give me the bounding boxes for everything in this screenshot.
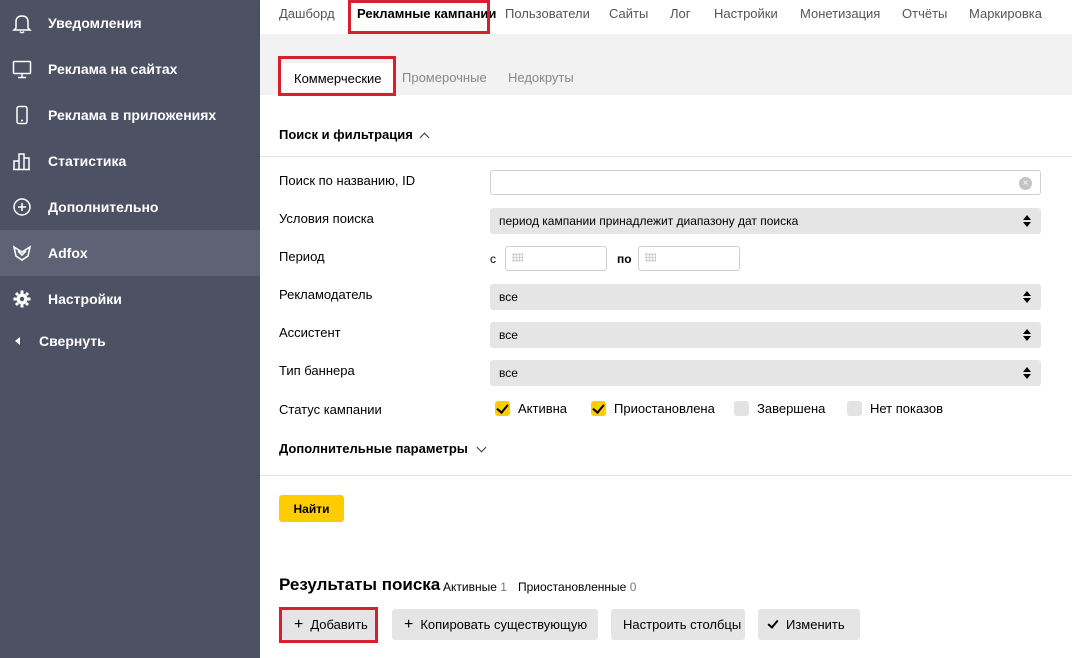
sidebar-item-sites[interactable]: Реклама на сайтах — [0, 46, 260, 92]
adfox-icon — [11, 242, 33, 264]
conditions-select[interactable]: период кампании принадлежит диапазону да… — [490, 208, 1041, 234]
calendar-icon — [512, 253, 523, 262]
search-input[interactable]: × — [490, 170, 1041, 195]
results-title: Результаты поиска — [279, 575, 441, 594]
filter-title: Поиск и фильтрация — [279, 127, 413, 142]
banner-type-value: все — [499, 366, 518, 380]
tab-users[interactable]: Пользователи — [505, 6, 590, 21]
advertiser-label: Рекламодатель — [279, 287, 373, 302]
select-arrows-icon — [1023, 291, 1031, 303]
period-to-label: по — [617, 252, 632, 266]
sidebar-item-label: Adfox — [48, 245, 88, 261]
top-nav: Дашборд Рекламные кампании Пользователи … — [260, 0, 1072, 34]
add-button[interactable]: + Добавить — [282, 609, 376, 640]
collapse-button[interactable]: Свернуть — [0, 322, 260, 360]
period-from-label: с — [490, 252, 496, 266]
divider — [260, 475, 1072, 476]
sidebar-item-label: Реклама на сайтах — [48, 61, 178, 77]
checkbox-checked[interactable] — [495, 401, 510, 416]
tab-reports[interactable]: Отчёты — [902, 6, 947, 21]
banner-type-select[interactable]: все — [490, 360, 1041, 386]
sidebar-item-label: Настройки — [48, 291, 122, 307]
sidebar-item-label: Статистика — [48, 153, 127, 169]
configure-columns-button[interactable]: Настроить столбцы — [611, 609, 745, 640]
status-active-checkbox[interactable]: Активна — [495, 401, 567, 416]
calendar-icon — [645, 253, 656, 262]
sidebar-item-label: Дополнительно — [48, 199, 159, 215]
plus-circle-icon — [11, 196, 33, 218]
assistant-label: Ассистент — [279, 325, 341, 340]
clear-icon[interactable]: × — [1019, 177, 1032, 190]
results-active-count[interactable]: Активные 1 — [443, 580, 507, 594]
checkbox-unchecked[interactable] — [847, 401, 862, 416]
sidebar: Уведомления Реклама на сайтах Реклама в … — [0, 0, 260, 658]
edit-button[interactable]: Изменить — [758, 609, 860, 640]
select-arrows-icon — [1023, 367, 1031, 379]
status-no-impressions-checkbox[interactable]: Нет показов — [847, 401, 943, 416]
select-arrows-icon — [1023, 329, 1031, 341]
plus-icon: + — [294, 615, 304, 633]
stats-icon — [11, 150, 33, 172]
assistant-select[interactable]: все — [490, 322, 1041, 348]
bell-icon — [11, 12, 33, 34]
sidebar-item-apps[interactable]: Реклама в приложениях — [0, 92, 260, 138]
find-button[interactable]: Найти — [279, 495, 344, 522]
checkbox-checked[interactable] — [591, 401, 606, 416]
assistant-value: все — [499, 328, 518, 342]
monitor-icon — [11, 58, 33, 80]
advertiser-select[interactable]: все — [490, 284, 1041, 310]
conditions-value: период кампании принадлежит диапазону да… — [499, 214, 799, 228]
tab-sites[interactable]: Сайты — [609, 6, 648, 21]
sidebar-item-settings[interactable]: Настройки — [0, 276, 260, 322]
copy-existing-button[interactable]: + Копировать существующую — [392, 609, 598, 640]
select-arrows-icon — [1023, 215, 1031, 227]
conditions-label: Условия поиска — [279, 211, 374, 226]
chevron-down-icon — [476, 442, 487, 453]
gear-icon — [11, 288, 33, 310]
tab-monetization[interactable]: Монетизация — [800, 6, 880, 21]
sidebar-item-label: Реклама в приложениях — [48, 107, 217, 123]
date-from-input[interactable] — [505, 246, 607, 271]
tab-marking[interactable]: Маркировка — [969, 6, 1042, 21]
tab-log[interactable]: Лог — [670, 6, 691, 21]
sidebar-item-additional[interactable]: Дополнительно — [0, 184, 260, 230]
results-paused-count[interactable]: Приостановленные 0 — [518, 580, 636, 594]
check-icon — [767, 616, 779, 629]
checkbox-unchecked[interactable] — [734, 401, 749, 416]
tab-settings[interactable]: Настройки — [714, 6, 778, 21]
banner-type-label: Тип баннера — [279, 363, 355, 378]
sidebar-item-label: Уведомления — [48, 15, 142, 31]
tab-dashboard[interactable]: Дашборд — [279, 6, 335, 21]
sidebar-item-statistics[interactable]: Статистика — [0, 138, 260, 184]
status-paused-checkbox[interactable]: Приостановлена — [591, 401, 715, 416]
advertiser-value: все — [499, 290, 518, 304]
plus-icon: + — [404, 615, 414, 633]
phone-icon — [11, 104, 33, 126]
status-label: Статус кампании — [279, 402, 382, 417]
subtab-commercial[interactable]: Коммерческие — [281, 63, 395, 92]
collapse-arrow-icon — [15, 337, 20, 345]
more-params-toggle[interactable]: Дополнительные параметры — [279, 441, 487, 456]
date-to-input[interactable] — [638, 246, 740, 271]
tab-campaigns[interactable]: Рекламные кампании — [357, 6, 496, 21]
main-content: Коммерческие Промерочные Недокруты Поиск… — [260, 34, 1072, 658]
subtab-measurement[interactable]: Промерочные — [402, 70, 487, 85]
more-params-label: Дополнительные параметры — [279, 441, 468, 456]
subtab-underdelivery[interactable]: Недокруты — [508, 70, 574, 85]
status-finished-checkbox[interactable]: Завершена — [734, 401, 825, 416]
chevron-up-icon — [419, 132, 430, 143]
collapse-label: Свернуть — [39, 333, 106, 349]
period-label: Период — [279, 249, 325, 264]
divider — [260, 156, 1072, 157]
sidebar-item-notifications[interactable]: Уведомления — [0, 0, 260, 46]
search-label: Поиск по названию, ID — [279, 173, 416, 188]
sidebar-item-adfox[interactable]: Adfox — [0, 230, 260, 276]
filter-toggle[interactable]: Поиск и фильтрация — [279, 127, 430, 143]
